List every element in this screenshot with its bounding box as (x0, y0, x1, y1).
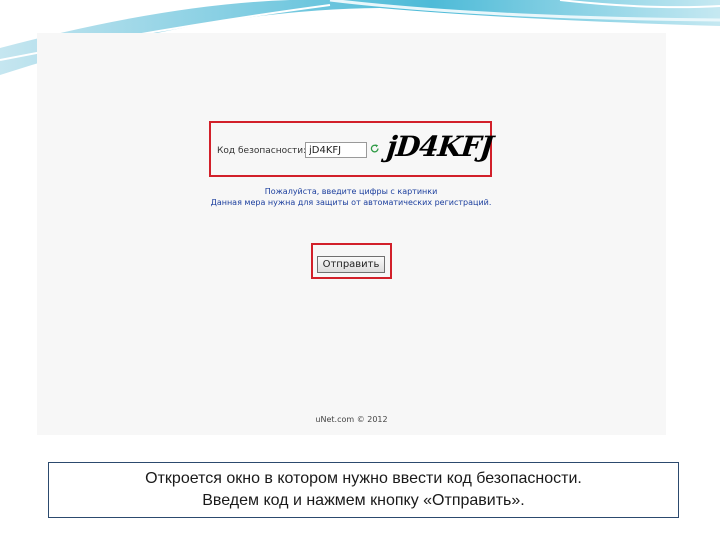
captcha-image: jD4KFJ (385, 130, 495, 163)
caption-text: Откроется окно в котором нужно ввести ко… (145, 468, 582, 512)
screenshot-panel: Код безопасности: jD4KFJ Пожалуйста, вве… (37, 33, 666, 435)
submit-button[interactable]: Отправить (317, 256, 385, 273)
footer-copyright: uNet.com © 2012 (315, 415, 388, 424)
captcha-input[interactable] (305, 142, 367, 158)
captcha-hint-line-2: Данная мера нужна для защиты от автомати… (210, 198, 492, 207)
caption-box: Откроется окно в котором нужно ввести ко… (48, 462, 679, 518)
captcha-label: Код безопасности: (217, 146, 307, 156)
captcha-hint-line-1: Пожалуйста, введите цифры с картинки (264, 187, 438, 196)
caption-line-1: Откроется окно в котором нужно ввести ко… (145, 470, 582, 487)
caption-line-2: Введем код и нажмем кнопку «Отправить». (202, 492, 525, 509)
refresh-icon[interactable] (370, 144, 380, 154)
